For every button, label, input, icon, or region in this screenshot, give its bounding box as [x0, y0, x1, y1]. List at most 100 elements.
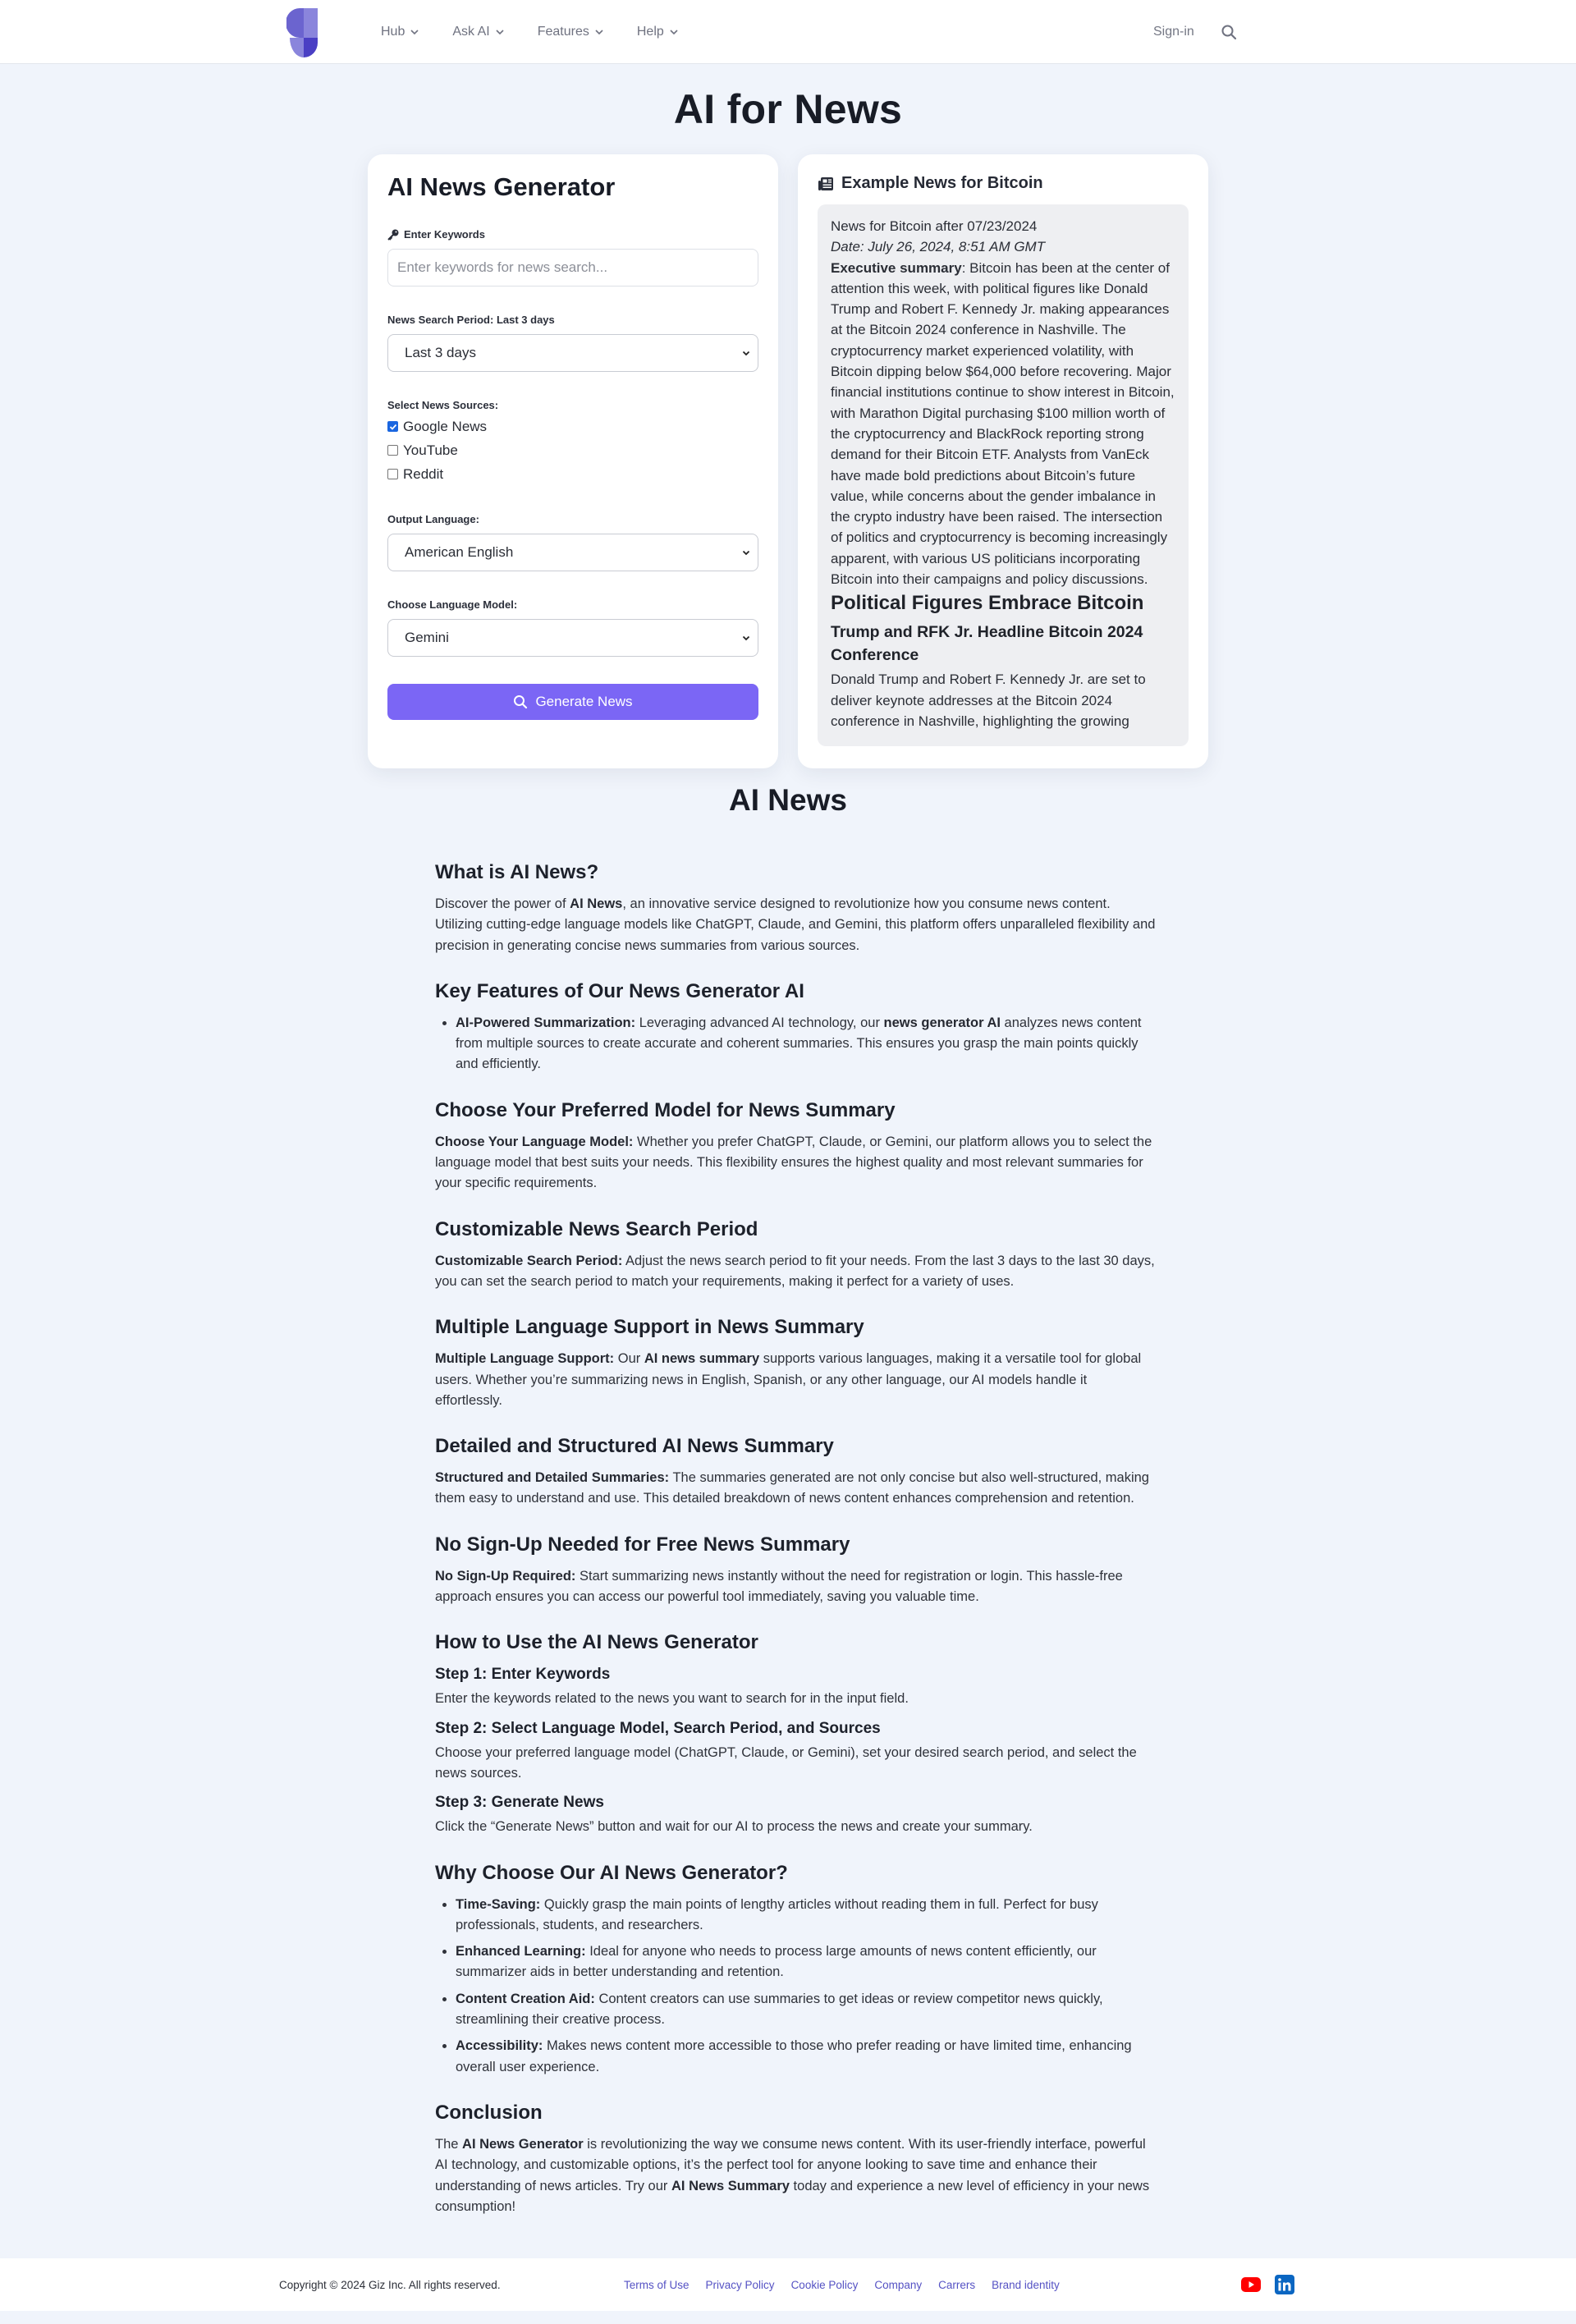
section-heading: How to Use the AI News Generator: [435, 1631, 758, 1654]
bold-text: No Sign-Up Required:: [435, 1568, 576, 1584]
footer-link-cookie[interactable]: Cookie Policy: [791, 2279, 859, 2291]
search-icon: [514, 695, 528, 709]
footer-link-privacy[interactable]: Privacy Policy: [706, 2279, 775, 2291]
generate-news-button[interactable]: Generate News: [387, 684, 758, 720]
bold-text: AI News Generator: [462, 2136, 584, 2152]
giz-logo[interactable]: [286, 8, 321, 57]
executive-summary: Executive summary: Bitcoin has been at t…: [831, 258, 1175, 590]
linkedin-icon[interactable]: [1275, 2275, 1294, 2295]
bold-text: Accessibility:: [456, 2038, 543, 2054]
footer-link-company[interactable]: Company: [874, 2279, 922, 2291]
model-select[interactable]: Gemini: [387, 619, 758, 657]
nav-item-label: Help: [636, 25, 664, 39]
section-heading: Key Features of Our News Generator AI: [435, 979, 804, 1002]
text: Discover the power of: [435, 896, 570, 911]
checkbox-unchecked[interactable]: [387, 469, 398, 479]
model-select-value: Gemini: [405, 630, 449, 645]
section-heading: Multiple Language Support in News Summar…: [435, 1316, 864, 1339]
top-navigation: Hub Ask AI Features Help Sign-in: [0, 0, 1576, 64]
section-heading: No Sign-Up Needed for Free News Summary: [435, 1533, 850, 1556]
section-paragraph: Discover the power of AI News, an innova…: [435, 894, 1157, 956]
search-icon[interactable]: [1221, 24, 1237, 40]
news-body-text: Donald Trump and Robert F. Kennedy Jr. a…: [831, 672, 1146, 729]
bullet-list: AI-Powered Summarization: Leveraging adv…: [435, 1013, 1157, 1075]
example-news-title-text: Example News for Bitcoin: [841, 174, 1043, 192]
step-title: Step 1: Enter Keywords: [435, 1666, 611, 1684]
bold-text: Choose Your Language Model:: [435, 1134, 634, 1149]
generator-title: AI News Generator: [387, 172, 616, 201]
text: Makes news content more accessible to th…: [456, 2038, 1132, 2074]
section-heading: Conclusion: [435, 2101, 543, 2124]
source-youtube[interactable]: YouTube: [387, 438, 758, 462]
source-label: Google News: [403, 418, 488, 434]
news-generator-card: AI News Generator Enter Keywords News Se…: [368, 154, 778, 768]
footer-link-terms[interactable]: Terms of Use: [624, 2279, 690, 2291]
period-group: News Search Period: Last 3 days Last 3 d…: [387, 314, 758, 372]
example-news-title: Example News for Bitcoin: [818, 174, 1189, 193]
nav-right: Sign-in: [1153, 0, 1237, 64]
period-select[interactable]: Last 3 days: [387, 334, 758, 372]
chevron-down-icon: [410, 30, 419, 35]
period-select-value: Last 3 days: [405, 345, 476, 360]
youtube-icon[interactable]: [1241, 2275, 1261, 2294]
nav-item-ask-ai[interactable]: Ask AI: [452, 25, 504, 39]
keywords-label-text: Enter Keywords: [404, 228, 485, 241]
section-paragraph: The AI News Generator is revolutionizing…: [435, 2134, 1157, 2217]
language-select[interactable]: American English: [387, 534, 758, 571]
nav-item-label: Ask AI: [452, 25, 490, 39]
bullet-list: Time-Saving: Quickly grasp the main poin…: [435, 1895, 1157, 2078]
model-group: Choose Language Model: Gemini: [387, 598, 758, 657]
text: Leveraging advanced AI technology, our: [635, 1015, 884, 1030]
language-label: Output Language:: [387, 513, 479, 525]
page-bottom: [0, 2311, 1576, 2324]
step-text: Click the “Generate News” button and wai…: [435, 1819, 1033, 1835]
keywords-label: Enter Keywords: [387, 228, 758, 241]
footer: Copyright © 2024 Giz Inc. All rights res…: [0, 2258, 1576, 2312]
source-google-news[interactable]: Google News: [387, 415, 758, 438]
chevron-down-icon: [742, 351, 750, 356]
section-heading: Choose Your Preferred Model for News Sum…: [435, 1098, 896, 1121]
period-label: News Search Period: Last 3 days: [387, 314, 555, 326]
language-select-value: American English: [405, 544, 514, 560]
article-title: AI News: [729, 783, 847, 817]
keywords-group: Enter Keywords: [387, 228, 758, 286]
bold-text: Enhanced Learning:: [456, 1944, 586, 1960]
nav-item-features[interactable]: Features: [538, 25, 604, 39]
source-reddit[interactable]: Reddit: [387, 462, 758, 486]
checkmark-icon: [389, 424, 396, 430]
chevron-down-icon: [742, 635, 750, 641]
text: The: [435, 2136, 463, 2152]
bold-text: AI news summary: [644, 1351, 760, 1367]
step-text: Enter the keywords related to the news y…: [435, 1691, 909, 1707]
executive-summary-label: Executive summary: [831, 259, 962, 276]
seo-article: What is AI News? Discover the power of AI…: [419, 860, 1157, 2217]
giz-logo-icon: [286, 8, 318, 57]
nav-item-help[interactable]: Help: [637, 25, 679, 39]
checkbox-unchecked[interactable]: [387, 445, 398, 456]
example-news-content[interactable]: News for Bitcoin after 07/23/2024 Date: …: [818, 204, 1189, 746]
section-heading: Detailed and Structured AI News Summary: [435, 1435, 834, 1458]
list-item: Time-Saving: Quickly grasp the main poin…: [456, 1895, 1157, 1937]
chevron-down-icon: [670, 30, 678, 35]
checkbox-checked[interactable]: [387, 421, 398, 432]
text: Our: [614, 1351, 644, 1367]
footer-link-careers[interactable]: Carrers: [938, 2279, 975, 2291]
generator-section: AI News Generator Enter Keywords News Se…: [368, 154, 1208, 770]
social-links: [1241, 2258, 1294, 2311]
chevron-down-icon: [496, 30, 504, 35]
source-label: YouTube: [403, 442, 458, 458]
step-text: Choose your preferred language model (Ch…: [435, 1744, 1137, 1781]
bold-text: Multiple Language Support:: [435, 1351, 615, 1367]
bold-text: AI News Summary: [671, 2178, 790, 2193]
news-heading-line: News for Bitcoin after 07/23/2024: [831, 218, 1038, 234]
section-heading: What is AI News?: [435, 861, 599, 883]
bold-text: Structured and Detailed Summaries:: [435, 1470, 670, 1486]
step-title: Step 3: Generate News: [435, 1794, 604, 1812]
sign-in-link[interactable]: Sign-in: [1153, 25, 1194, 39]
newspaper-icon: [818, 176, 833, 190]
keywords-input[interactable]: [387, 249, 758, 286]
source-label: Reddit: [403, 465, 444, 482]
nav-item-hub[interactable]: Hub: [381, 25, 419, 39]
footer-link-brand[interactable]: Brand identity: [992, 2279, 1060, 2291]
bold-text: news generator AI: [883, 1015, 1001, 1030]
